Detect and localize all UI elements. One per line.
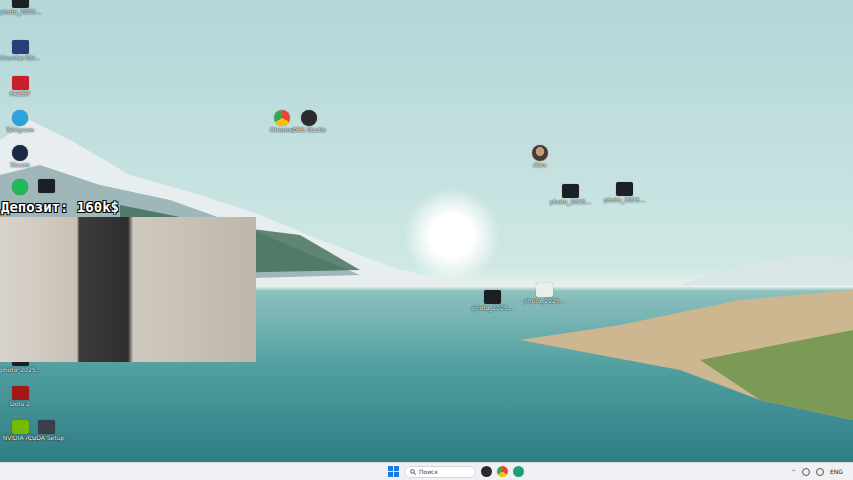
desktop-icon-label: Telegram: [6, 127, 34, 134]
steam-icon: [12, 145, 28, 161]
desktop-icon[interactable]: photo_2025...: [524, 283, 564, 305]
desktop-icon[interactable]: photo_2025...: [604, 182, 644, 204]
telegram-icon: [12, 110, 28, 126]
desktop-icon-label: photo_2025...: [0, 367, 40, 374]
photo-icon: [38, 179, 55, 193]
desktop-icon-label: Alex: [534, 162, 547, 169]
screen: photo_2025... Counter-Str... FACEIT Telegra…: [0, 0, 853, 480]
photo-icon: [616, 182, 633, 196]
taskbar: Поиск ^ ENG: [0, 462, 853, 480]
desktop-icon-label: Steam: [10, 162, 29, 169]
chrome-taskbar-icon[interactable]: [497, 466, 508, 477]
desktop-icon-label: OBS Studio: [292, 127, 326, 134]
desktop-icon[interactable]: [0, 179, 40, 195]
green-icon: [12, 179, 28, 195]
network-icon[interactable]: [816, 468, 824, 476]
chrome-icon: [274, 110, 290, 126]
desktop-icon[interactable]: Counter-Str...: [0, 40, 40, 62]
desktop-icon-label: photo_2025...: [550, 199, 590, 206]
desktop-icon-label: photo_2025...: [472, 305, 512, 312]
desktop-icon[interactable]: FACEIT: [0, 76, 40, 98]
desktop-icon[interactable]: [26, 179, 66, 193]
desktop-icon[interactable]: CUDA Setup: [26, 420, 66, 442]
desktop-icon[interactable]: OBS Studio: [289, 110, 329, 134]
language-indicator[interactable]: ENG: [830, 468, 843, 475]
photo-icon: [12, 0, 29, 8]
system-tray: ^ ENG: [791, 468, 847, 476]
desktop-icon-label: photo_2025...: [524, 298, 564, 305]
photo-icon: [562, 184, 579, 198]
desktop-icon-label: Dota 2: [10, 401, 30, 408]
doc-icon: [536, 283, 553, 297]
desktop-icon-label: Counter-Str...: [0, 55, 40, 62]
webcam-video: [0, 217, 256, 362]
avatar-icon: [532, 145, 548, 161]
desktop-icon-label: photo_2025...: [604, 197, 644, 204]
search-box[interactable]: Поиск: [404, 466, 476, 478]
tray-chevron-icon[interactable]: ^: [791, 468, 796, 475]
search-icon: [410, 469, 416, 475]
desktop-icon-label: Chrome: [270, 127, 294, 134]
generic-icon: [38, 420, 55, 434]
obs-icon: [301, 110, 317, 126]
dota-icon: [12, 386, 29, 400]
desktop-icon[interactable]: photo_2025...: [0, 0, 40, 16]
faceit-icon: [12, 76, 29, 90]
desktop-icon[interactable]: Steam: [0, 145, 40, 169]
desktop-icon[interactable]: Telegram: [0, 110, 40, 134]
desktop: photo_2025... Counter-Str... FACEIT Telegra…: [0, 0, 853, 462]
desktop-icon[interactable]: Alex: [520, 145, 560, 169]
desktop-icon[interactable]: Dota 2: [0, 386, 40, 408]
edge-taskbar-icon[interactable]: [513, 466, 524, 477]
photo-icon: [484, 290, 501, 304]
search-placeholder: Поиск: [419, 468, 438, 475]
desktop-icon[interactable]: photo_2025...: [472, 290, 512, 312]
desktop-icon-label: CUDA Setup: [28, 435, 65, 442]
desktop-icon-label: photo_2025...: [0, 9, 40, 16]
deposit-overlay: Депозит: 160k$: [1, 199, 119, 215]
desktop-icon-label: FACEIT: [10, 91, 30, 98]
obs-taskbar-icon[interactable]: [481, 466, 492, 477]
cs-icon: [12, 40, 29, 54]
windows-start-icon[interactable]: [388, 466, 399, 477]
bluetooth-icon[interactable]: [802, 468, 810, 476]
taskbar-center: Поиск: [6, 466, 791, 478]
desktop-icon[interactable]: photo_2025...: [550, 184, 590, 206]
nvidia-icon: [12, 420, 29, 434]
